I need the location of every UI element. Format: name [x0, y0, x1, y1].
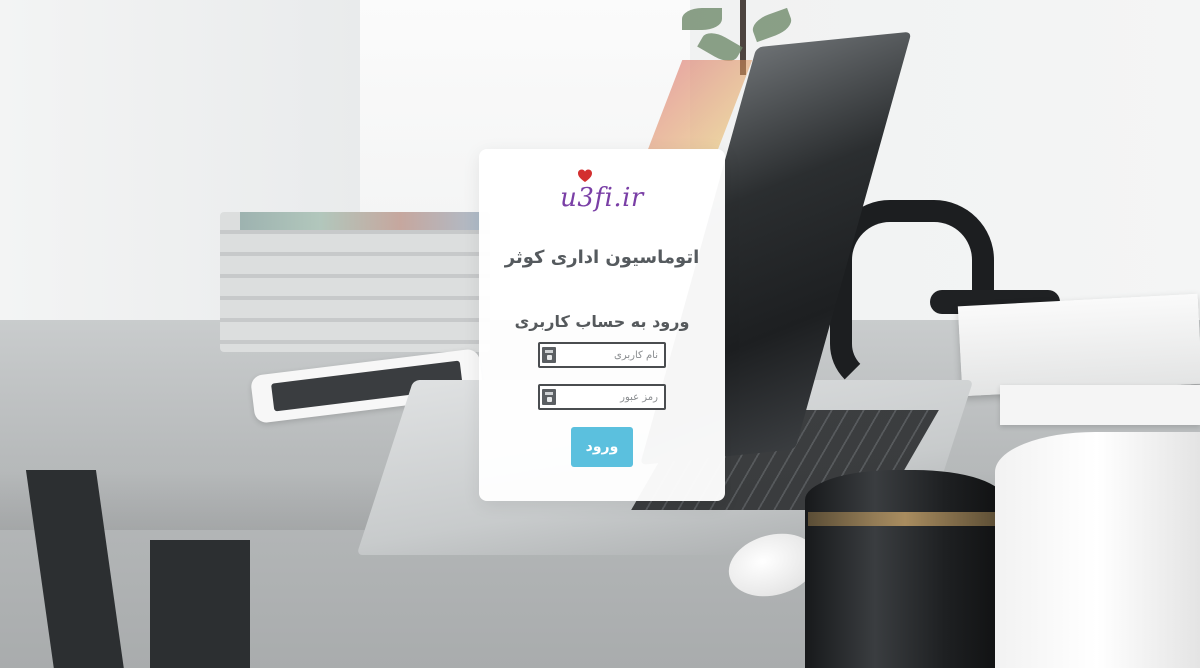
login-button[interactable]: ورود	[571, 427, 633, 467]
password-input[interactable]	[568, 386, 658, 408]
background-book-stack	[220, 212, 490, 352]
background-notebook	[957, 293, 1200, 397]
background-plant-leaf	[682, 8, 722, 30]
id-card-icon	[542, 389, 556, 405]
login-card: u3fi.ir اتوماسیون اداری کوثر ورود به حسا…	[479, 149, 725, 501]
id-card-icon	[542, 347, 556, 363]
username-input[interactable]	[568, 344, 658, 366]
logo-text: u3fi.ir	[560, 183, 644, 213]
system-title: اتوماسیون اداری کوثر	[504, 247, 700, 268]
heart-icon	[578, 169, 592, 182]
site-logo: u3fi.ir	[479, 169, 725, 219]
login-subtitle: ورود به حساب کاربری	[514, 312, 690, 331]
background-notebook	[1000, 385, 1200, 425]
password-field-wrapper	[538, 384, 666, 410]
background-desk-leg	[150, 540, 250, 668]
background-dark-mug	[805, 470, 1005, 668]
username-field-wrapper	[538, 342, 666, 368]
background-book-cover	[240, 212, 480, 230]
login-page: u3fi.ir اتوماسیون اداری کوثر ورود به حسا…	[0, 0, 1200, 668]
background-mug-band	[808, 512, 1002, 526]
background-white-mug	[995, 432, 1200, 668]
